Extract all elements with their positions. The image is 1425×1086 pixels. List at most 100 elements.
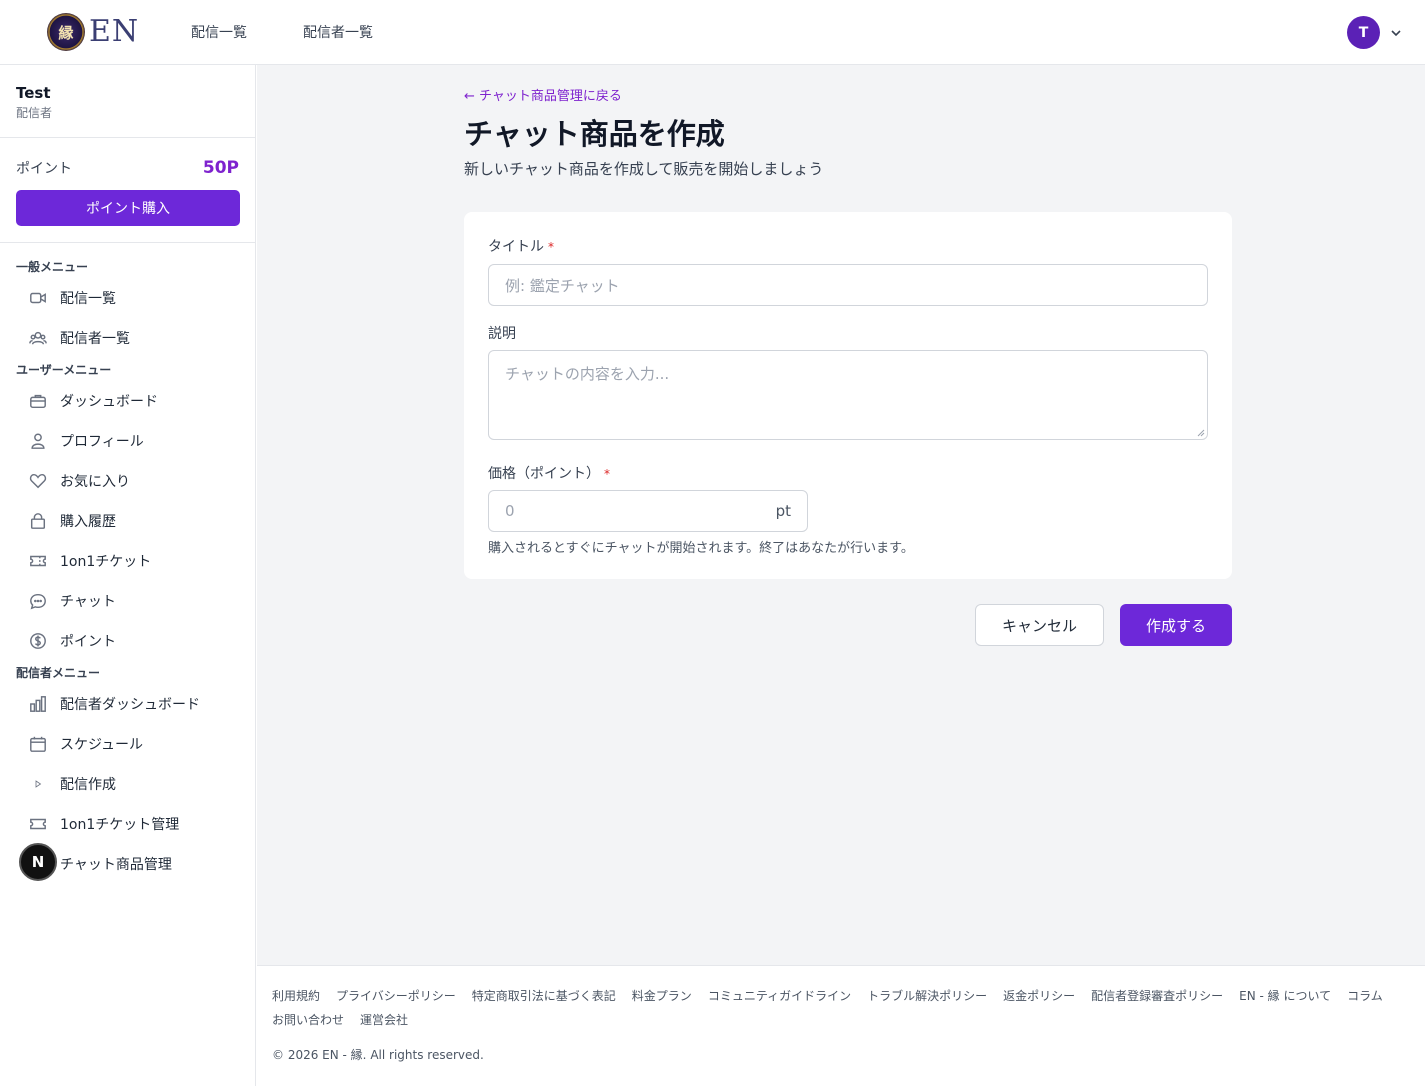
- sidebar-item-dashboard[interactable]: ダッシュボード: [16, 381, 239, 421]
- price-input[interactable]: 0 pt: [488, 490, 808, 532]
- buy-points-button[interactable]: ポイント購入: [16, 190, 240, 226]
- price-unit: pt: [775, 502, 791, 520]
- play-icon: [28, 774, 48, 794]
- points-block: ポイント 50P ポイント購入: [0, 138, 255, 243]
- title-label-text: タイトル: [488, 239, 544, 255]
- sidebar-user: Test 配信者: [0, 65, 255, 138]
- footer: 利用規約 プライバシーポリシー 特定商取引法に基づく表記 料金プラン コミュニテ…: [257, 965, 1425, 1086]
- points-value: 50P: [202, 158, 239, 178]
- logo-text: EN: [89, 14, 140, 49]
- heart-icon: [28, 471, 48, 491]
- user-icon: [28, 431, 48, 451]
- footer-link-community-guidelines[interactable]: コミュニティガイドライン: [708, 988, 851, 1004]
- logo[interactable]: 縁 EN: [47, 13, 139, 51]
- price-label-text: 価格（ポイント）: [488, 466, 600, 482]
- required-mark: *: [604, 467, 610, 481]
- sidebar-item-label: お気に入り: [60, 474, 130, 490]
- logo-mark: 縁: [58, 23, 74, 42]
- user-menu[interactable]: T: [1347, 16, 1402, 49]
- footer-link-about[interactable]: EN - 縁 について: [1239, 988, 1331, 1004]
- back-link[interactable]: ← チャット商品管理に戻る: [464, 85, 622, 104]
- logo-emblem-icon: 縁: [47, 13, 85, 51]
- title-input[interactable]: 例: 鑑定チャット: [488, 264, 1208, 306]
- sidebar-item-streams[interactable]: 配信一覧: [16, 278, 239, 318]
- create-button[interactable]: 作成する: [1120, 604, 1232, 646]
- sidebar-item-label: 配信作成: [60, 777, 116, 793]
- footer-link-trouble-policy[interactable]: トラブル解決ポリシー: [867, 988, 987, 1004]
- top-nav-streams[interactable]: 配信一覧: [191, 22, 247, 42]
- copyright: © 2026 EN - 縁. All rights reserved.: [272, 1048, 484, 1062]
- sidebar-item-points[interactable]: ポイント: [16, 621, 239, 661]
- sidebar-item-label: 1on1チケット管理: [60, 817, 180, 833]
- title-label: タイトル *: [488, 236, 554, 256]
- sidebar-item-favorites[interactable]: お気に入り: [16, 461, 239, 501]
- footer-link-commerce-law[interactable]: 特定商取引法に基づく表記: [472, 988, 616, 1004]
- footer-link-refund[interactable]: 返金ポリシー: [1003, 988, 1075, 1004]
- sidebar: Test 配信者 ポイント 50P ポイント購入 一般メニュー 配信一覧 配信者…: [0, 65, 256, 1086]
- sidebar-item-label: 配信一覧: [60, 291, 116, 307]
- cancel-button[interactable]: キャンセル: [975, 604, 1104, 646]
- description-label: 説明: [488, 326, 516, 342]
- sidebar-item-label: ダッシュボード: [60, 394, 158, 410]
- sidebar-item-ticket-management[interactable]: 1on1チケット管理: [16, 804, 239, 844]
- description-textarea[interactable]: チャットの内容を入力...: [488, 350, 1208, 440]
- sidebar-item-tickets[interactable]: 1on1チケット: [16, 541, 239, 581]
- points-label: ポイント: [16, 161, 72, 177]
- main-content: ← チャット商品管理に戻る チャット商品を作成 新しいチャット商品を作成して販売…: [257, 65, 1425, 965]
- footer-link-company[interactable]: 運営会社: [360, 1012, 408, 1028]
- avatar[interactable]: T: [1347, 16, 1380, 49]
- title-placeholder: 例: 鑑定チャット: [505, 276, 620, 295]
- users-icon: [28, 328, 48, 348]
- sidebar-item-chat[interactable]: チャット: [16, 581, 239, 621]
- video-icon: [28, 288, 48, 308]
- sidebar-item-streamers[interactable]: 配信者一覧: [16, 318, 239, 358]
- sidebar-item-label: 配信者ダッシュボード: [60, 697, 200, 713]
- footer-link-terms[interactable]: 利用規約: [272, 988, 320, 1004]
- footer-link-privacy[interactable]: プライバシーポリシー: [336, 988, 456, 1004]
- page-title: チャット商品を作成: [464, 117, 725, 151]
- footer-links: 利用規約 プライバシーポリシー 特定商取引法に基づく表記 料金プラン コミュニテ…: [272, 988, 1412, 1028]
- sidebar-item-schedule[interactable]: スケジュール: [16, 724, 239, 764]
- briefcase-icon: [28, 391, 48, 411]
- ticket-icon: [28, 814, 48, 834]
- sidebar-item-profile[interactable]: プロフィール: [16, 421, 239, 461]
- price-help-text: 購入されるとすぐにチャットが開始されます。終了はあなたが行います。: [488, 541, 914, 556]
- dollar-circle-icon: [28, 631, 48, 651]
- menu-heading-user: ユーザーメニュー: [16, 363, 112, 377]
- page-subtitle: 新しいチャット商品を作成して販売を開始しましょう: [464, 160, 824, 178]
- footer-link-contact[interactable]: お問い合わせ: [272, 1012, 344, 1028]
- ticket-icon: [28, 551, 48, 571]
- footer-link-streamer-review[interactable]: 配信者登録審査ポリシー: [1091, 988, 1223, 1004]
- menu-heading-general: 一般メニュー: [16, 260, 89, 274]
- sidebar-item-label: チャット: [60, 594, 116, 610]
- general-menu: 一般メニュー 配信一覧 配信者一覧 ユーザーメニュー ダッシュボード プロフィー…: [0, 243, 255, 884]
- sidebar-item-label: 1on1チケット: [60, 554, 152, 570]
- menu-heading-streamer: 配信者メニュー: [16, 666, 101, 680]
- chat-product-form: タイトル * 例: 鑑定チャット 説明 チャットの内容を入力... 価格（ポイント…: [464, 212, 1232, 579]
- footer-link-pricing[interactable]: 料金プラン: [632, 988, 692, 1004]
- required-mark: *: [548, 240, 554, 254]
- sidebar-item-label: 購入履歴: [60, 514, 116, 530]
- sidebar-item-purchases[interactable]: 購入履歴: [16, 501, 239, 541]
- footer-link-column[interactable]: コラム: [1347, 988, 1383, 1004]
- sidebar-item-label: プロフィール: [60, 434, 144, 450]
- user-role: 配信者: [16, 106, 53, 120]
- chevron-down-icon[interactable]: [1390, 27, 1402, 39]
- chat-bubble-icon: [28, 591, 48, 611]
- sidebar-item-streamer-dashboard[interactable]: 配信者ダッシュボード: [16, 684, 239, 724]
- sidebar-item-create-stream[interactable]: 配信作成: [16, 764, 239, 804]
- price-placeholder: 0: [505, 502, 515, 520]
- sidebar-item-label: ポイント: [60, 634, 116, 650]
- bar-chart-icon: [28, 694, 48, 714]
- calendar-icon: [28, 734, 48, 754]
- price-label: 価格（ポイント） *: [488, 463, 610, 483]
- sidebar-item-label: チャット商品管理: [60, 857, 172, 873]
- resize-handle-icon[interactable]: [1197, 429, 1205, 437]
- next-dev-badge[interactable]: N: [19, 843, 57, 881]
- top-nav: 配信一覧 配信者一覧: [191, 22, 373, 42]
- shopping-bag-icon: [28, 511, 48, 531]
- user-name: Test: [16, 84, 51, 102]
- top-header: 縁 EN 配信一覧 配信者一覧 T: [0, 0, 1425, 65]
- sidebar-item-label: スケジュール: [60, 737, 144, 753]
- top-nav-streamers[interactable]: 配信者一覧: [303, 22, 373, 42]
